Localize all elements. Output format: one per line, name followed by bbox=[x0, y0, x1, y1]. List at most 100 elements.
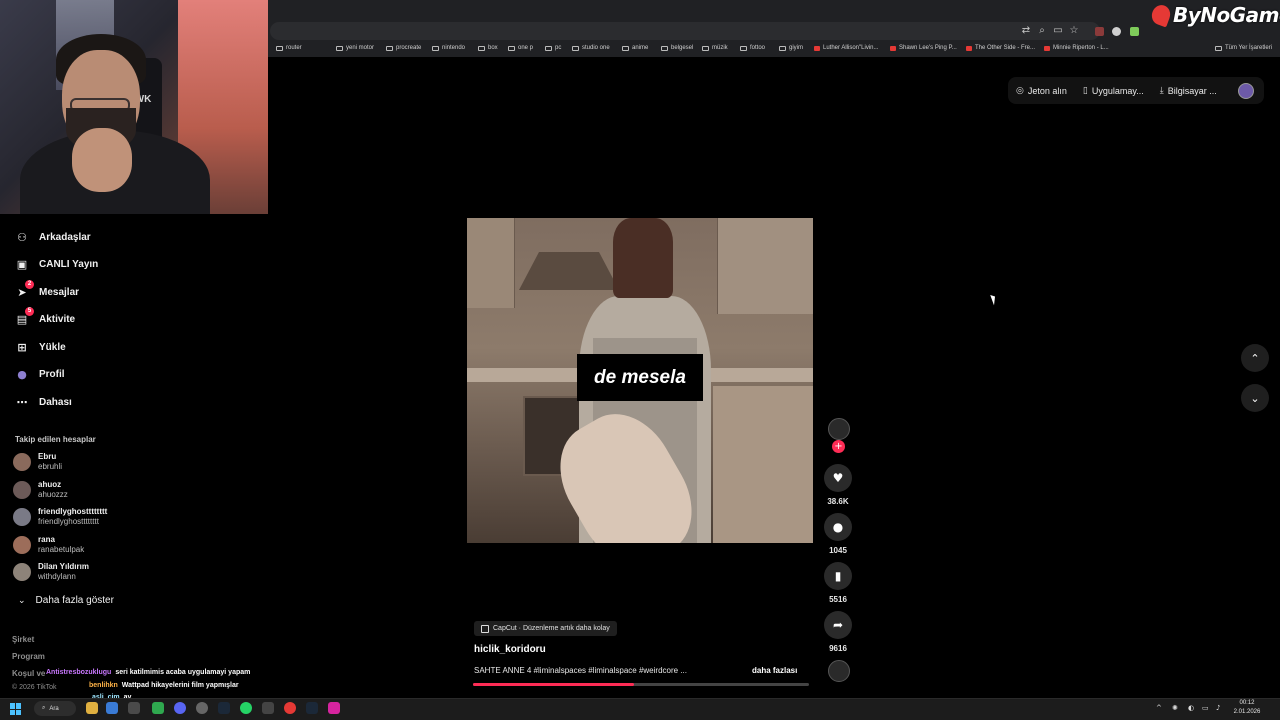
profile-icon: ● bbox=[17, 367, 27, 381]
sidebar-item-messages[interactable]: ➤ 2 Mesajlar bbox=[14, 280, 79, 300]
capcut-anchor[interactable]: CapCut · Düzenleme artık daha kolay bbox=[474, 621, 617, 636]
bookmark-label: procreate bbox=[396, 45, 422, 51]
get-app-label: Uygulamay... bbox=[1091, 85, 1144, 96]
bookmark-item[interactable]: Luther Allison"Livin... bbox=[814, 45, 879, 51]
video-player[interactable]: de mesela bbox=[467, 218, 813, 543]
taskbar-search[interactable]: ⌕ Ara bbox=[34, 701, 76, 716]
sidebar-item-activity[interactable]: ▤ 5 Aktivite bbox=[14, 307, 75, 327]
footer-terms-link[interactable]: Koşul ve bbox=[12, 669, 45, 678]
bookmark-item[interactable]: one p bbox=[508, 45, 533, 51]
followed-account[interactable]: rana ranabetulpak bbox=[13, 535, 84, 555]
previous-video-button[interactable]: ⌃ bbox=[1241, 344, 1269, 372]
file-explorer-icon[interactable] bbox=[86, 702, 98, 714]
followed-account-name: Ebru bbox=[38, 452, 57, 461]
webcam-overlay: AWK bbox=[0, 0, 268, 214]
bookmark-item[interactable]: pc bbox=[545, 45, 561, 51]
bookmark-item[interactable]: router bbox=[276, 45, 302, 51]
bookmark-item[interactable]: yeni motor bbox=[336, 45, 374, 51]
instagram-icon[interactable] bbox=[328, 702, 340, 714]
taskbar-app-icon[interactable] bbox=[262, 702, 274, 714]
description-more-link[interactable]: daha fazlası bbox=[752, 666, 797, 675]
notification-badge: 2 bbox=[25, 280, 34, 289]
discord-icon[interactable] bbox=[174, 702, 186, 714]
taskbar-app-icon[interactable] bbox=[306, 702, 318, 714]
windows-start-icon[interactable] bbox=[10, 703, 22, 715]
translate-icon[interactable]: ⇄ bbox=[1020, 25, 1032, 37]
video-scene-hood bbox=[519, 252, 619, 290]
taskbar-time[interactable]: 00:12 bbox=[1232, 700, 1262, 706]
taskbar-app-icon[interactable] bbox=[196, 702, 208, 714]
video-progress-bar[interactable] bbox=[473, 683, 809, 686]
xbox-icon[interactable] bbox=[152, 702, 164, 714]
bookmark-item[interactable]: procreate bbox=[386, 45, 421, 51]
video-scene-cabinet bbox=[713, 386, 813, 543]
followed-account[interactable]: Ebru ebruhli bbox=[13, 452, 62, 472]
get-app-button[interactable]: ▯ Uygulamay... bbox=[1075, 86, 1152, 96]
youtube-icon bbox=[1044, 45, 1050, 51]
bookmark-item[interactable]: The Other Side - Fre... bbox=[966, 45, 1035, 51]
extension-icon[interactable] bbox=[1130, 27, 1139, 36]
bookmark-item[interactable]: Minnie Riperton - L... bbox=[1044, 45, 1109, 51]
sidebar-item-label: Arkadaşlar bbox=[39, 231, 91, 243]
bookmark-item[interactable]: anime bbox=[622, 45, 648, 51]
taskbar-app-icon[interactable] bbox=[284, 702, 296, 714]
user-avatar[interactable] bbox=[1238, 82, 1254, 99]
followed-account-name: rana bbox=[38, 535, 55, 544]
volume-icon[interactable]: ♪ bbox=[1216, 704, 1220, 712]
followed-account[interactable]: friendlyghostttttttt friendlyghostttttttt bbox=[13, 507, 107, 527]
video-author[interactable]: hiclik_koridoru bbox=[474, 644, 546, 655]
folder-icon bbox=[779, 45, 786, 51]
bookmark-star-icon[interactable]: ☆ bbox=[1068, 25, 1080, 37]
taskbar-app-icon[interactable] bbox=[106, 702, 118, 714]
sidebar-item-profile[interactable]: ● Profil bbox=[14, 366, 64, 382]
get-coins-button[interactable]: ◎ Jeton alın bbox=[1008, 86, 1075, 96]
taskbar-app-icon[interactable] bbox=[128, 702, 140, 714]
follow-plus-icon[interactable]: + bbox=[832, 440, 845, 453]
bookmark-item[interactable]: box bbox=[478, 45, 498, 51]
sidebar-item-upload[interactable]: ⊞ Yükle bbox=[14, 339, 65, 355]
followed-account-username: ahuozzz bbox=[38, 490, 68, 499]
like-button[interactable]: ♥ bbox=[824, 464, 852, 492]
tray-app-icon[interactable]: ◐ bbox=[1188, 704, 1194, 712]
network-icon[interactable]: ▭ bbox=[1202, 704, 1209, 712]
sidebar-item-friends[interactable]: ⚇ Arkadaşlar bbox=[14, 229, 91, 245]
desktop-app-label: Bilgisayar ... bbox=[1167, 85, 1217, 96]
steam-icon[interactable] bbox=[218, 702, 230, 714]
extension-icon[interactable] bbox=[1112, 27, 1121, 36]
music-disc[interactable] bbox=[828, 660, 850, 682]
taskbar-date[interactable]: 2.01.2026 bbox=[1230, 709, 1264, 715]
desktop-app-button[interactable]: ⤓ Bilgisayar ... bbox=[1152, 86, 1225, 96]
footer-program-link[interactable]: Program bbox=[12, 652, 45, 661]
footer-company-link[interactable]: Şirket bbox=[12, 635, 34, 644]
bookmark-item[interactable]: müzik bbox=[702, 45, 728, 51]
zoom-icon[interactable]: ⌕ bbox=[1036, 25, 1048, 37]
messages-icon: ➤ 2 bbox=[14, 280, 34, 300]
folder-icon bbox=[276, 45, 283, 51]
bookmark-item[interactable]: fottoo bbox=[740, 45, 765, 51]
bookmark-item[interactable]: studio one bbox=[572, 45, 610, 51]
windows-taskbar bbox=[0, 698, 1280, 720]
show-more-button[interactable]: ⌄ Daha fazla göster bbox=[18, 595, 114, 606]
followed-account[interactable]: Dilan Yıldırım withdylann bbox=[13, 562, 89, 582]
next-video-button[interactable]: ⌄ bbox=[1241, 384, 1269, 412]
sidebar-item-live[interactable]: ▣ CANLI Yayın bbox=[14, 256, 98, 272]
whatsapp-icon[interactable] bbox=[240, 702, 252, 714]
extension-icon[interactable] bbox=[1095, 27, 1104, 36]
address-bar[interactable] bbox=[270, 22, 1100, 40]
followed-account-username: ranabetulpak bbox=[38, 545, 85, 554]
bookmark-item[interactable]: Tüm Yer İşaretleri bbox=[1215, 45, 1272, 51]
bookmark-item[interactable]: nintendo bbox=[432, 45, 465, 51]
save-button[interactable]: ▮ bbox=[824, 562, 852, 590]
tray-chevron-icon[interactable]: ^ bbox=[1156, 704, 1162, 712]
bookmark-item[interactable]: Shawn Lee's Ping P... bbox=[890, 45, 957, 51]
sidebar-item-more[interactable]: ⋯ Dahası bbox=[14, 394, 72, 410]
followed-account[interactable]: ahuoz ahuozzz bbox=[13, 480, 68, 500]
cast-icon[interactable]: ▭ bbox=[1052, 25, 1064, 37]
sidebar-item-label: Dahası bbox=[39, 396, 72, 408]
creator-avatar[interactable] bbox=[828, 418, 850, 440]
bookmark-item[interactable]: giyim bbox=[779, 45, 803, 51]
comment-button[interactable]: ● bbox=[824, 513, 852, 541]
tray-app-icon[interactable]: ✺ bbox=[1172, 704, 1178, 712]
share-button[interactable]: ➦ bbox=[824, 611, 852, 639]
bookmark-item[interactable]: belgesel bbox=[661, 45, 693, 51]
